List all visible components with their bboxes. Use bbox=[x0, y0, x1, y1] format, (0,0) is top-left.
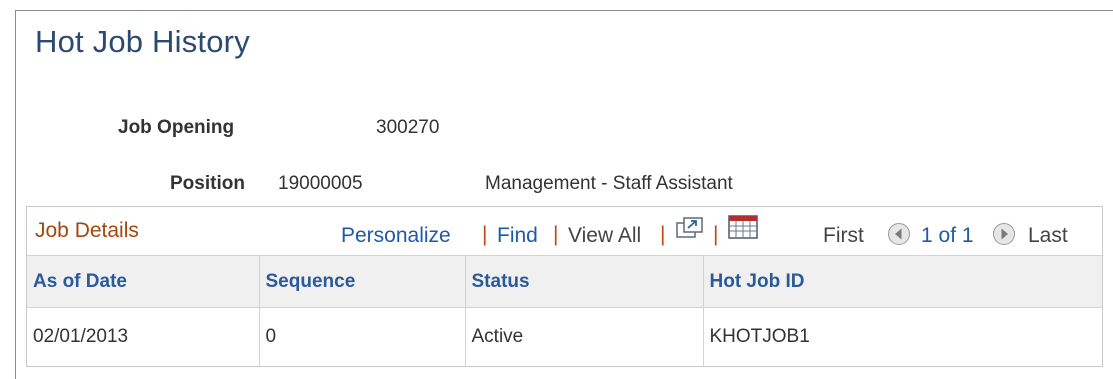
table-header-row: As of Date Sequence Status Hot Job ID bbox=[27, 255, 1102, 308]
previous-arrow-icon[interactable] bbox=[887, 222, 911, 251]
separator: | bbox=[482, 223, 488, 246]
position-description: Management - Staff Assistant bbox=[485, 173, 733, 194]
next-arrow-icon[interactable] bbox=[992, 222, 1016, 251]
job-details-grid: Job Details Personalize | Find | View Al… bbox=[26, 206, 1103, 367]
column-header-sequence[interactable]: Sequence bbox=[259, 255, 466, 308]
cell-as-of-date: 02/01/2013 bbox=[27, 307, 260, 367]
download-spreadsheet-icon[interactable] bbox=[728, 215, 758, 246]
cell-hot-job-id: KHOTJOB1 bbox=[709, 326, 810, 348]
last-link[interactable]: Last bbox=[1028, 224, 1068, 248]
cell-sequence: 0 bbox=[259, 307, 466, 367]
find-link[interactable]: Find bbox=[497, 224, 538, 248]
page-title: Hot Job History bbox=[35, 24, 250, 59]
job-opening-value: 300270 bbox=[376, 117, 440, 138]
table-row: 02/01/2013 0 Active KHOTJOB1 bbox=[27, 307, 1102, 367]
new-window-icon[interactable] bbox=[675, 217, 705, 246]
column-header-as-of-date[interactable]: As of Date bbox=[27, 255, 260, 308]
separator: | bbox=[553, 223, 559, 246]
position-value: 19000005 bbox=[278, 173, 363, 194]
cell-status: Active bbox=[465, 307, 704, 367]
grid-header: Job Details Personalize | Find | View Al… bbox=[27, 207, 1102, 255]
job-details-table: As of Date Sequence Status Hot Job ID 02… bbox=[27, 255, 1102, 367]
column-header-status[interactable]: Status bbox=[465, 255, 704, 308]
first-link[interactable]: First bbox=[823, 224, 864, 248]
position-label: Position bbox=[170, 173, 245, 194]
job-opening-label: Job Opening bbox=[118, 117, 235, 138]
separator: | bbox=[660, 223, 666, 246]
separator: | bbox=[713, 223, 719, 246]
grid-title: Job Details bbox=[35, 219, 139, 242]
personalize-link[interactable]: Personalize bbox=[341, 224, 451, 248]
page-info: 1 of 1 bbox=[921, 224, 974, 247]
column-header-hot-job-id[interactable]: Hot Job ID bbox=[703, 255, 1102, 308]
view-all-link[interactable]: View All bbox=[568, 224, 641, 248]
